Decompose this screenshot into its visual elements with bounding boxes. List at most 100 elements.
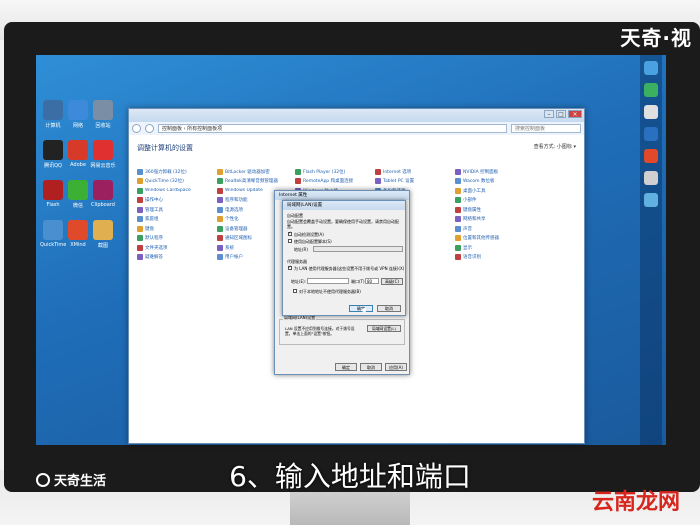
control-panel-item[interactable]: 默认程序 xyxy=(137,234,217,244)
dock-app-icon[interactable] xyxy=(644,171,658,185)
desktop-icon-label: 微信 xyxy=(72,203,83,209)
control-panel-item-label: 电源选项 xyxy=(225,207,243,213)
use-script-checkbox[interactable] xyxy=(288,239,292,243)
control-panel-item[interactable]: 360强力卸载 (32位) xyxy=(137,167,217,177)
control-panel-item-icon xyxy=(455,216,461,223)
desktop-icon-label: 网易云音乐 xyxy=(90,163,116,169)
control-panel-item[interactable]: 操作中心 xyxy=(137,196,217,206)
desktop-icon[interactable]: XMind xyxy=(65,220,91,248)
control-panel-item[interactable]: 声音 xyxy=(455,224,535,234)
control-panel-item-label: NVIDIA 控制面板 xyxy=(463,169,499,175)
dock-app-icon[interactable] xyxy=(644,105,658,119)
maximize-icon[interactable]: □ xyxy=(556,110,566,118)
control-panel-item-label: 显示 xyxy=(463,245,472,251)
control-panel-item-icon xyxy=(455,235,461,242)
desktop-icon[interactable]: 网易云音乐 xyxy=(90,140,116,169)
control-panel-item[interactable]: 管理工具 xyxy=(137,205,217,215)
desktop-icon[interactable]: Flash xyxy=(40,180,66,208)
cancel-button[interactable]: 取消 xyxy=(360,363,382,371)
music-icon xyxy=(93,140,113,160)
use-proxy-checkbox[interactable] xyxy=(288,264,292,270)
control-panel-item[interactable]: QuickTime (32位) xyxy=(137,177,217,187)
control-panel-item[interactable]: 小部件 xyxy=(455,196,535,206)
bypass-local-checkbox[interactable] xyxy=(293,289,297,293)
control-panel-item-label: 小部件 xyxy=(463,198,477,204)
control-panel-column: 360强力卸载 (32位) QuickTime (32位) Windows Card… xyxy=(137,167,217,262)
control-panel-item[interactable]: BitLocker 驱动器加密 xyxy=(217,167,297,177)
control-panel-item[interactable]: 桌面小工具 xyxy=(455,186,535,196)
desktop-icon[interactable]: 截图 xyxy=(90,220,116,249)
window-titlebar[interactable]: – □ × xyxy=(129,109,584,122)
control-panel-item-icon xyxy=(137,168,143,175)
desktop-icon-label: 腾讯QQ xyxy=(44,163,62,169)
control-panel-item[interactable]: 网络和共享 xyxy=(455,215,535,225)
control-panel-item-icon xyxy=(217,216,223,223)
desktop-icon[interactable]: QuickTime Player xyxy=(40,220,66,248)
dock-app-icon[interactable] xyxy=(644,127,658,141)
desktop-icon[interactable]: 网络 xyxy=(65,100,91,129)
back-icon[interactable] xyxy=(132,124,141,133)
script-address-label: 地址(R) xyxy=(294,247,308,252)
control-panel-item[interactable]: Wacom 数位板 xyxy=(455,177,535,187)
desktop-icon-label: QuickTime Player xyxy=(40,242,66,248)
network-icon xyxy=(68,100,88,120)
control-panel-item-label: Internet 选项 xyxy=(383,169,412,175)
control-panel-item[interactable]: 键盘 xyxy=(137,224,217,234)
dock-app-icon[interactable] xyxy=(644,149,658,163)
desktop-icon-label: 回收站 xyxy=(95,123,111,129)
lan-settings-button[interactable]: 局域网设置(L) xyxy=(367,325,401,332)
auto-detect-checkbox[interactable] xyxy=(288,230,292,236)
control-panel-item[interactable]: NVIDIA 控制面板 xyxy=(455,167,535,177)
control-panel-item[interactable]: 键盘属性 xyxy=(455,205,535,215)
control-panel-item-icon xyxy=(455,225,461,232)
control-panel-item-label: 语音识别 xyxy=(463,255,481,261)
qq-icon xyxy=(43,140,63,160)
search-input[interactable]: 搜索控制面板 xyxy=(511,124,581,133)
view-by-select[interactable]: 查看方式: 小图标 ▾ xyxy=(534,143,576,150)
desktop-icon[interactable]: 腾讯QQ xyxy=(40,140,66,169)
control-panel-item-label: 文件夹选项 xyxy=(145,245,168,251)
desktop-icon[interactable]: 回收站 xyxy=(90,100,116,129)
breadcrumb[interactable]: 控制面板 › 所有控制面板项 xyxy=(158,124,507,133)
control-panel-item-label: QuickTime (32位) xyxy=(145,179,184,185)
dialog-title: Internet 属性 xyxy=(275,191,409,200)
dock-app-icon[interactable] xyxy=(644,61,658,75)
control-panel-item[interactable]: 家庭组 xyxy=(137,215,217,225)
dock-app-icon[interactable] xyxy=(644,83,658,97)
control-panel-item[interactable]: 语音识别 xyxy=(455,253,535,263)
control-panel-column: NVIDIA 控制面板 Wacom 数位板 桌面小工具小部件 键盘属性 网络和共享 声音位… xyxy=(455,167,535,262)
lan-description: LAN 设置不应用到拨号连接。对于拨号设置，单击上面的"设置"按钮。 xyxy=(285,326,355,336)
control-panel-item[interactable]: 显示 xyxy=(455,243,535,253)
control-panel-item-label: RemoteApp 和桌面连接 xyxy=(303,179,354,185)
apply-button[interactable]: 应用(A) xyxy=(385,363,407,371)
minimize-icon[interactable]: – xyxy=(544,110,554,118)
desktop-icon[interactable]: 微信 xyxy=(65,180,91,209)
script-address-field[interactable] xyxy=(313,246,403,252)
ok-button[interactable]: 确定 xyxy=(335,363,357,371)
control-panel-item[interactable]: RemoteApp 和桌面连接 xyxy=(295,177,375,187)
watermark-bottom-left: 天奇生活 xyxy=(36,470,106,489)
lan-cancel-button[interactable]: 取消 xyxy=(377,305,401,312)
desktop-icon[interactable]: Adobe xyxy=(65,140,91,168)
control-panel-item[interactable]: Windows CardSpace xyxy=(137,186,217,196)
control-panel-item[interactable]: Realtek高清晰音频管理器 xyxy=(217,177,297,187)
desktop-icon[interactable]: 计算机 xyxy=(40,100,66,129)
control-panel-item-icon xyxy=(137,216,143,223)
proxy-address-field[interactable] xyxy=(307,278,349,284)
forward-icon[interactable] xyxy=(145,124,154,133)
control-panel-item[interactable]: 位置和其他传感器 xyxy=(455,234,535,244)
desktop-icon[interactable]: Clipboard xyxy=(90,180,116,208)
advanced-button[interactable]: 高级(C) xyxy=(381,278,403,285)
control-panel-item[interactable]: Internet 选项 xyxy=(375,167,455,177)
control-panel-item-icon xyxy=(217,254,223,261)
control-panel-item[interactable]: Tablet PC 设置 xyxy=(375,177,455,187)
control-panel-item-label: Realtek高清晰音频管理器 xyxy=(225,179,278,185)
close-icon[interactable]: × xyxy=(568,110,582,118)
control-panel-item[interactable]: 疑难解答 xyxy=(137,253,217,263)
control-panel-item[interactable]: Flash Player (32位) xyxy=(295,167,375,177)
control-panel-item[interactable]: 文件夹选项 xyxy=(137,243,217,253)
dock-app-icon[interactable] xyxy=(644,193,658,207)
port-field[interactable]: 80 xyxy=(365,278,379,284)
right-dock xyxy=(640,55,662,445)
quicktime-icon xyxy=(43,220,63,240)
